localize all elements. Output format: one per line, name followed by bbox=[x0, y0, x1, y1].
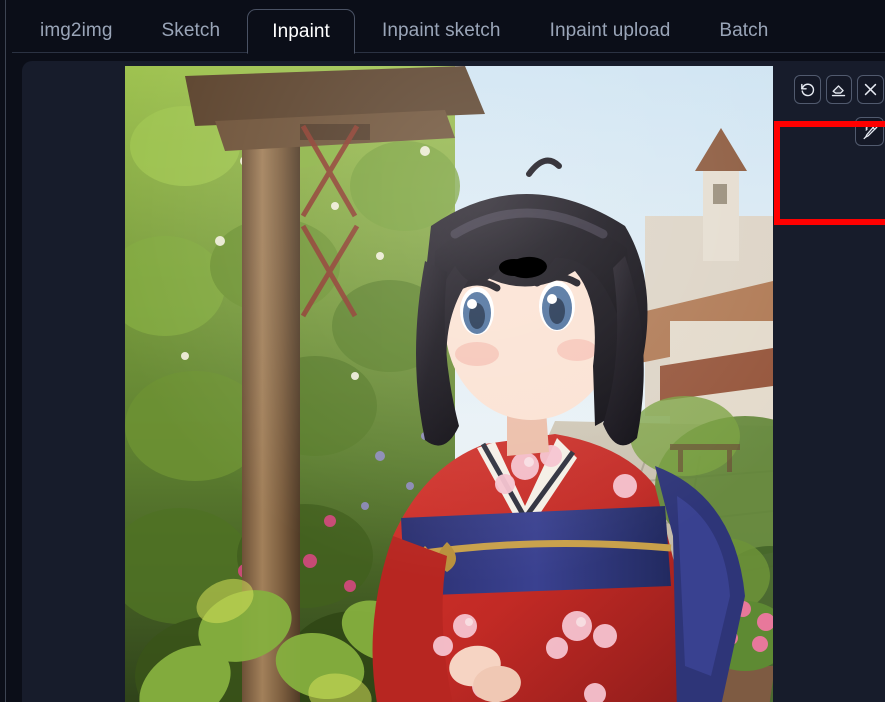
brush-icon bbox=[861, 123, 879, 141]
toolbar-row-secondary bbox=[794, 117, 884, 146]
tab-label: Inpaint upload bbox=[549, 20, 671, 41]
toolbar-row-primary bbox=[793, 75, 884, 104]
tab-label: img2img bbox=[40, 20, 113, 41]
undo-button[interactable] bbox=[793, 75, 821, 104]
window-left-rail bbox=[0, 0, 12, 702]
image-editor-toolbar bbox=[793, 75, 884, 146]
tab-img2img[interactable]: img2img bbox=[18, 8, 135, 53]
tab-content-inpaint bbox=[0, 53, 885, 702]
tab-label: Inpaint sketch bbox=[381, 20, 501, 41]
inpaint-mask-stroke-secondary bbox=[499, 259, 529, 276]
inpaint-source-image bbox=[125, 66, 773, 702]
tab-batch[interactable]: Batch bbox=[697, 8, 790, 53]
tab-list: img2img Sketch Inpaint Inpaint sketch In… bbox=[0, 0, 795, 54]
brush-button[interactable] bbox=[855, 117, 884, 146]
app-root: img2img Sketch Inpaint Inpaint sketch In… bbox=[0, 0, 885, 702]
tab-bar: img2img Sketch Inpaint Inpaint sketch In… bbox=[0, 0, 885, 54]
close-icon bbox=[862, 81, 879, 98]
eraser-icon bbox=[830, 81, 847, 98]
tab-inpaint-sketch[interactable]: Inpaint sketch bbox=[360, 8, 523, 53]
tab-inpaint[interactable]: Inpaint bbox=[247, 9, 355, 54]
tab-inpaint-upload[interactable]: Inpaint upload bbox=[528, 8, 693, 53]
tab-label: Sketch bbox=[161, 20, 221, 41]
image-canvas[interactable] bbox=[125, 66, 773, 702]
inpaint-image-editor[interactable] bbox=[22, 61, 885, 702]
close-button[interactable] bbox=[857, 75, 884, 104]
tab-label: Inpaint bbox=[272, 20, 330, 42]
tab-sketch[interactable]: Sketch bbox=[140, 8, 243, 53]
eraser-button[interactable] bbox=[825, 75, 853, 104]
scrollbar-track[interactable] bbox=[5, 0, 6, 702]
tab-label: Batch bbox=[719, 20, 769, 41]
undo-icon bbox=[799, 81, 816, 98]
